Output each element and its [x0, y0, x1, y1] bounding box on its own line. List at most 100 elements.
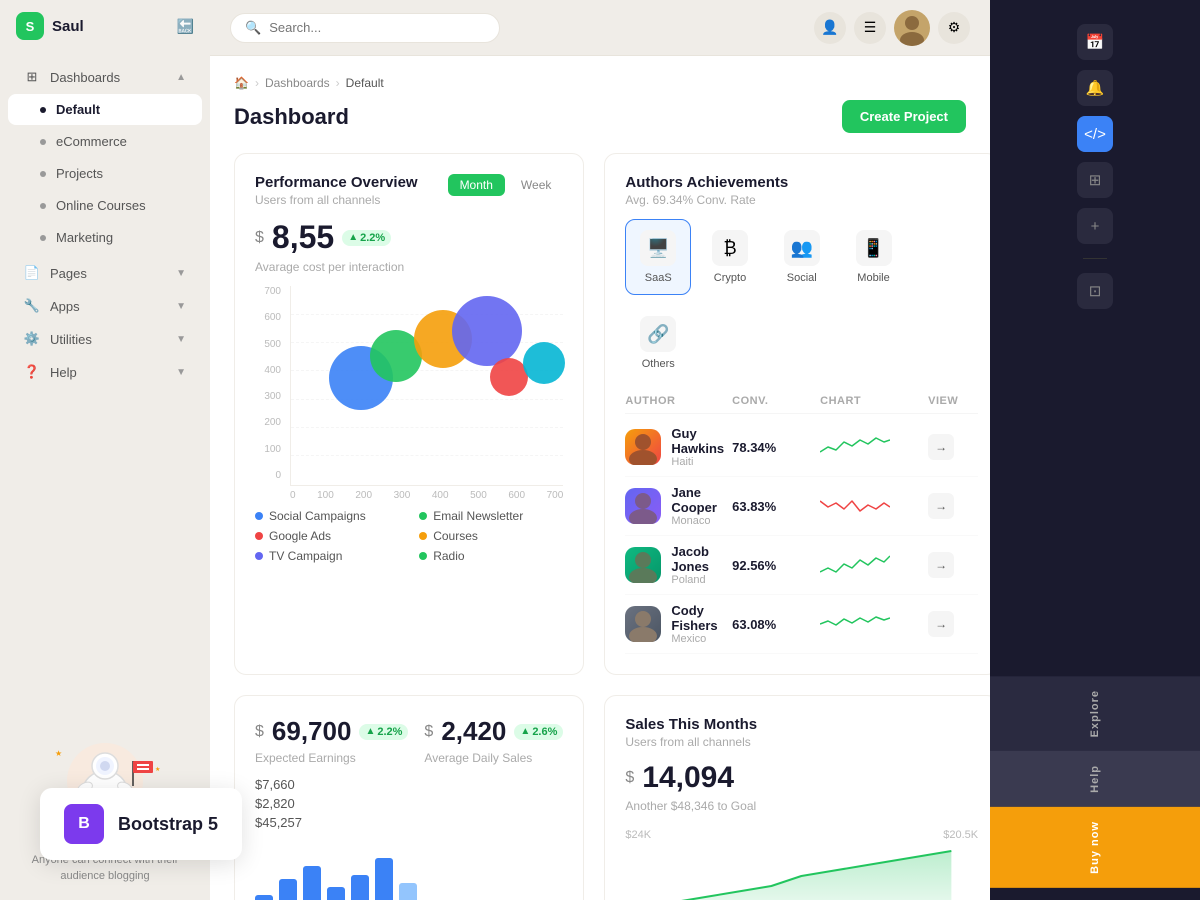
tab-month[interactable]: Month [448, 174, 505, 196]
help-button[interactable]: Help [990, 751, 1200, 807]
sales-amount: 14,094 [642, 761, 734, 795]
author-conv-2: 92.56% [732, 558, 812, 573]
author-chart-2 [820, 550, 920, 580]
sidebar-nav: ⊞ Dashboards ▲ Default eCommerce Project… [0, 52, 210, 720]
category-tabs: 🖥️ SaaS ₿ Crypto 👥 Social 📱 [625, 219, 978, 381]
calendar-icon[interactable]: 📅 [1077, 24, 1113, 60]
sidebar-item-apps[interactable]: 🔧 Apps ▼ [8, 290, 202, 322]
legend-item-google: Google Ads [255, 529, 399, 543]
apps-icon: 🔧 [24, 298, 40, 314]
daily-badge: ▲ 2.6% [514, 724, 563, 740]
author-row-2: Jacob Jones Poland 92.56% → [625, 536, 978, 595]
author-avatar-0 [625, 429, 661, 465]
author-conv-0: 78.34% [732, 440, 812, 455]
legend-dot-radio [419, 552, 427, 560]
menu-btn[interactable]: ☰ [854, 12, 886, 44]
nav-dot [40, 203, 46, 209]
search-icon: 🔍 [245, 20, 261, 36]
sidebar-item-utilities[interactable]: ⚙️ Utilities ▼ [8, 323, 202, 355]
performance-subtitle: Users from all channels [255, 193, 418, 207]
author-location-0: Haiti [671, 456, 724, 468]
category-mobile[interactable]: 📱 Mobile [841, 219, 907, 295]
sidebar-item-dashboards[interactable]: ⊞ Dashboards ▲ [8, 61, 202, 93]
y-axis: 7006005004003002001000 [255, 286, 285, 481]
bar-1 [255, 895, 273, 900]
nav-dot [40, 171, 46, 177]
author-conv-3: 63.08% [732, 617, 812, 632]
sidebar-header: S Saul 🔙 [0, 0, 210, 52]
view-btn-3[interactable]: → [928, 611, 954, 637]
view-btn-0[interactable]: → [928, 434, 954, 460]
bubble-6 [523, 342, 565, 384]
main-content: 🔍 👤 ☰ ⚙ 🏠 › Dashboards [210, 0, 990, 900]
notification-btn[interactable]: 👤 [814, 12, 846, 44]
breadcrumb-home: 🏠 [234, 76, 249, 90]
search-input[interactable] [269, 20, 469, 35]
sidebar-item-ecommerce[interactable]: eCommerce [8, 126, 202, 157]
expected-badge: ▲ 2.2% [359, 724, 408, 740]
category-social[interactable]: 👥 Social [769, 219, 835, 295]
grid-icon[interactable]: ⊡ [1077, 273, 1113, 309]
bar-3 [303, 866, 321, 900]
sidebar-item-default[interactable]: Default [8, 94, 202, 125]
conv-rate: Avg. 69.34% Conv. Rate [625, 193, 788, 207]
x-axis: 0100200300400500600700 [290, 486, 563, 501]
bar-2 [279, 879, 297, 900]
view-btn-1[interactable]: → [928, 493, 954, 519]
author-chart-1 [820, 491, 920, 521]
create-project-button[interactable]: Create Project [842, 100, 966, 133]
author-row-3: Cody Fishers Mexico 63.08% → [625, 595, 978, 654]
author-location-2: Poland [671, 574, 724, 586]
bar-6 [375, 858, 393, 900]
legend-dot-google [255, 532, 263, 540]
add-icon[interactable]: + [1077, 208, 1113, 244]
bubble-chart-container: 7006005004003002001000 [255, 286, 563, 501]
author-avatar-3 [625, 606, 661, 642]
legend-item-social: Social Campaigns [255, 509, 399, 523]
bootstrap-text: Bootstrap 5 [118, 814, 218, 835]
category-others[interactable]: 🔗 Others [625, 305, 691, 381]
search-box[interactable]: 🔍 [230, 13, 500, 43]
topbar: 🔍 👤 ☰ ⚙ [210, 0, 990, 56]
legend-item-radio: Radio [419, 549, 563, 563]
code-icon[interactable]: </> [1077, 116, 1113, 152]
sidebar-item-marketing[interactable]: Marketing [8, 222, 202, 253]
category-crypto[interactable]: ₿ Crypto [697, 219, 763, 295]
performance-card-header: Performance Overview Users from all chan… [255, 174, 563, 207]
legend-dot-email [419, 512, 427, 520]
settings-btn[interactable]: ⚙ [938, 12, 970, 44]
sidebar-item-projects[interactable]: Projects [8, 158, 202, 189]
explore-button[interactable]: Explore [990, 676, 1200, 751]
daily-value-display: $ 2,420 ▲ 2.6% [424, 716, 563, 747]
metric-number: 8,55 [272, 219, 334, 256]
author-avatar-2 [625, 547, 661, 583]
author-location-3: Mexico [671, 633, 724, 645]
performance-tabs: Month Week [448, 174, 564, 196]
author-name-1: Jane Cooper [671, 485, 724, 515]
author-name-2: Jacob Jones [671, 544, 724, 574]
earnings-grid: $ 69,700 ▲ 2.2% Expected Earnings [255, 716, 563, 777]
view-btn-2[interactable]: → [928, 552, 954, 578]
sidebar-item-online-courses[interactable]: Online Courses [8, 190, 202, 221]
sidebar-item-pages[interactable]: 📄 Pages ▼ [8, 257, 202, 289]
notification-panel-icon[interactable]: 🔔 [1077, 70, 1113, 106]
tab-week[interactable]: Week [509, 174, 563, 196]
back-icon[interactable]: 🔙 [177, 18, 194, 35]
sales-area-chart [625, 841, 978, 900]
vertical-buttons: Explore Help Buy now [990, 676, 1200, 888]
bar-5 [351, 875, 369, 900]
dashboards-icon: ⊞ [24, 69, 40, 85]
bar-chart [255, 842, 563, 900]
svg-text:★: ★ [155, 766, 160, 773]
metric-label: Avarage cost per interaction [255, 260, 563, 274]
breadcrumb-dashboards[interactable]: Dashboards [265, 76, 330, 90]
bootstrap-badge: B Bootstrap 5 [40, 788, 242, 860]
category-saas[interactable]: 🖥️ SaaS [625, 219, 691, 295]
others-icon: 🔗 [640, 316, 676, 352]
buy-now-button[interactable]: Buy now [990, 807, 1200, 888]
metric-currency: $ [255, 229, 264, 247]
sidebar-item-help[interactable]: ❓ Help ▼ [8, 356, 202, 388]
author-name-3: Cody Fishers [671, 603, 724, 633]
user-avatar[interactable] [894, 10, 930, 46]
settings-panel-icon[interactable]: ⊞ [1077, 162, 1113, 198]
